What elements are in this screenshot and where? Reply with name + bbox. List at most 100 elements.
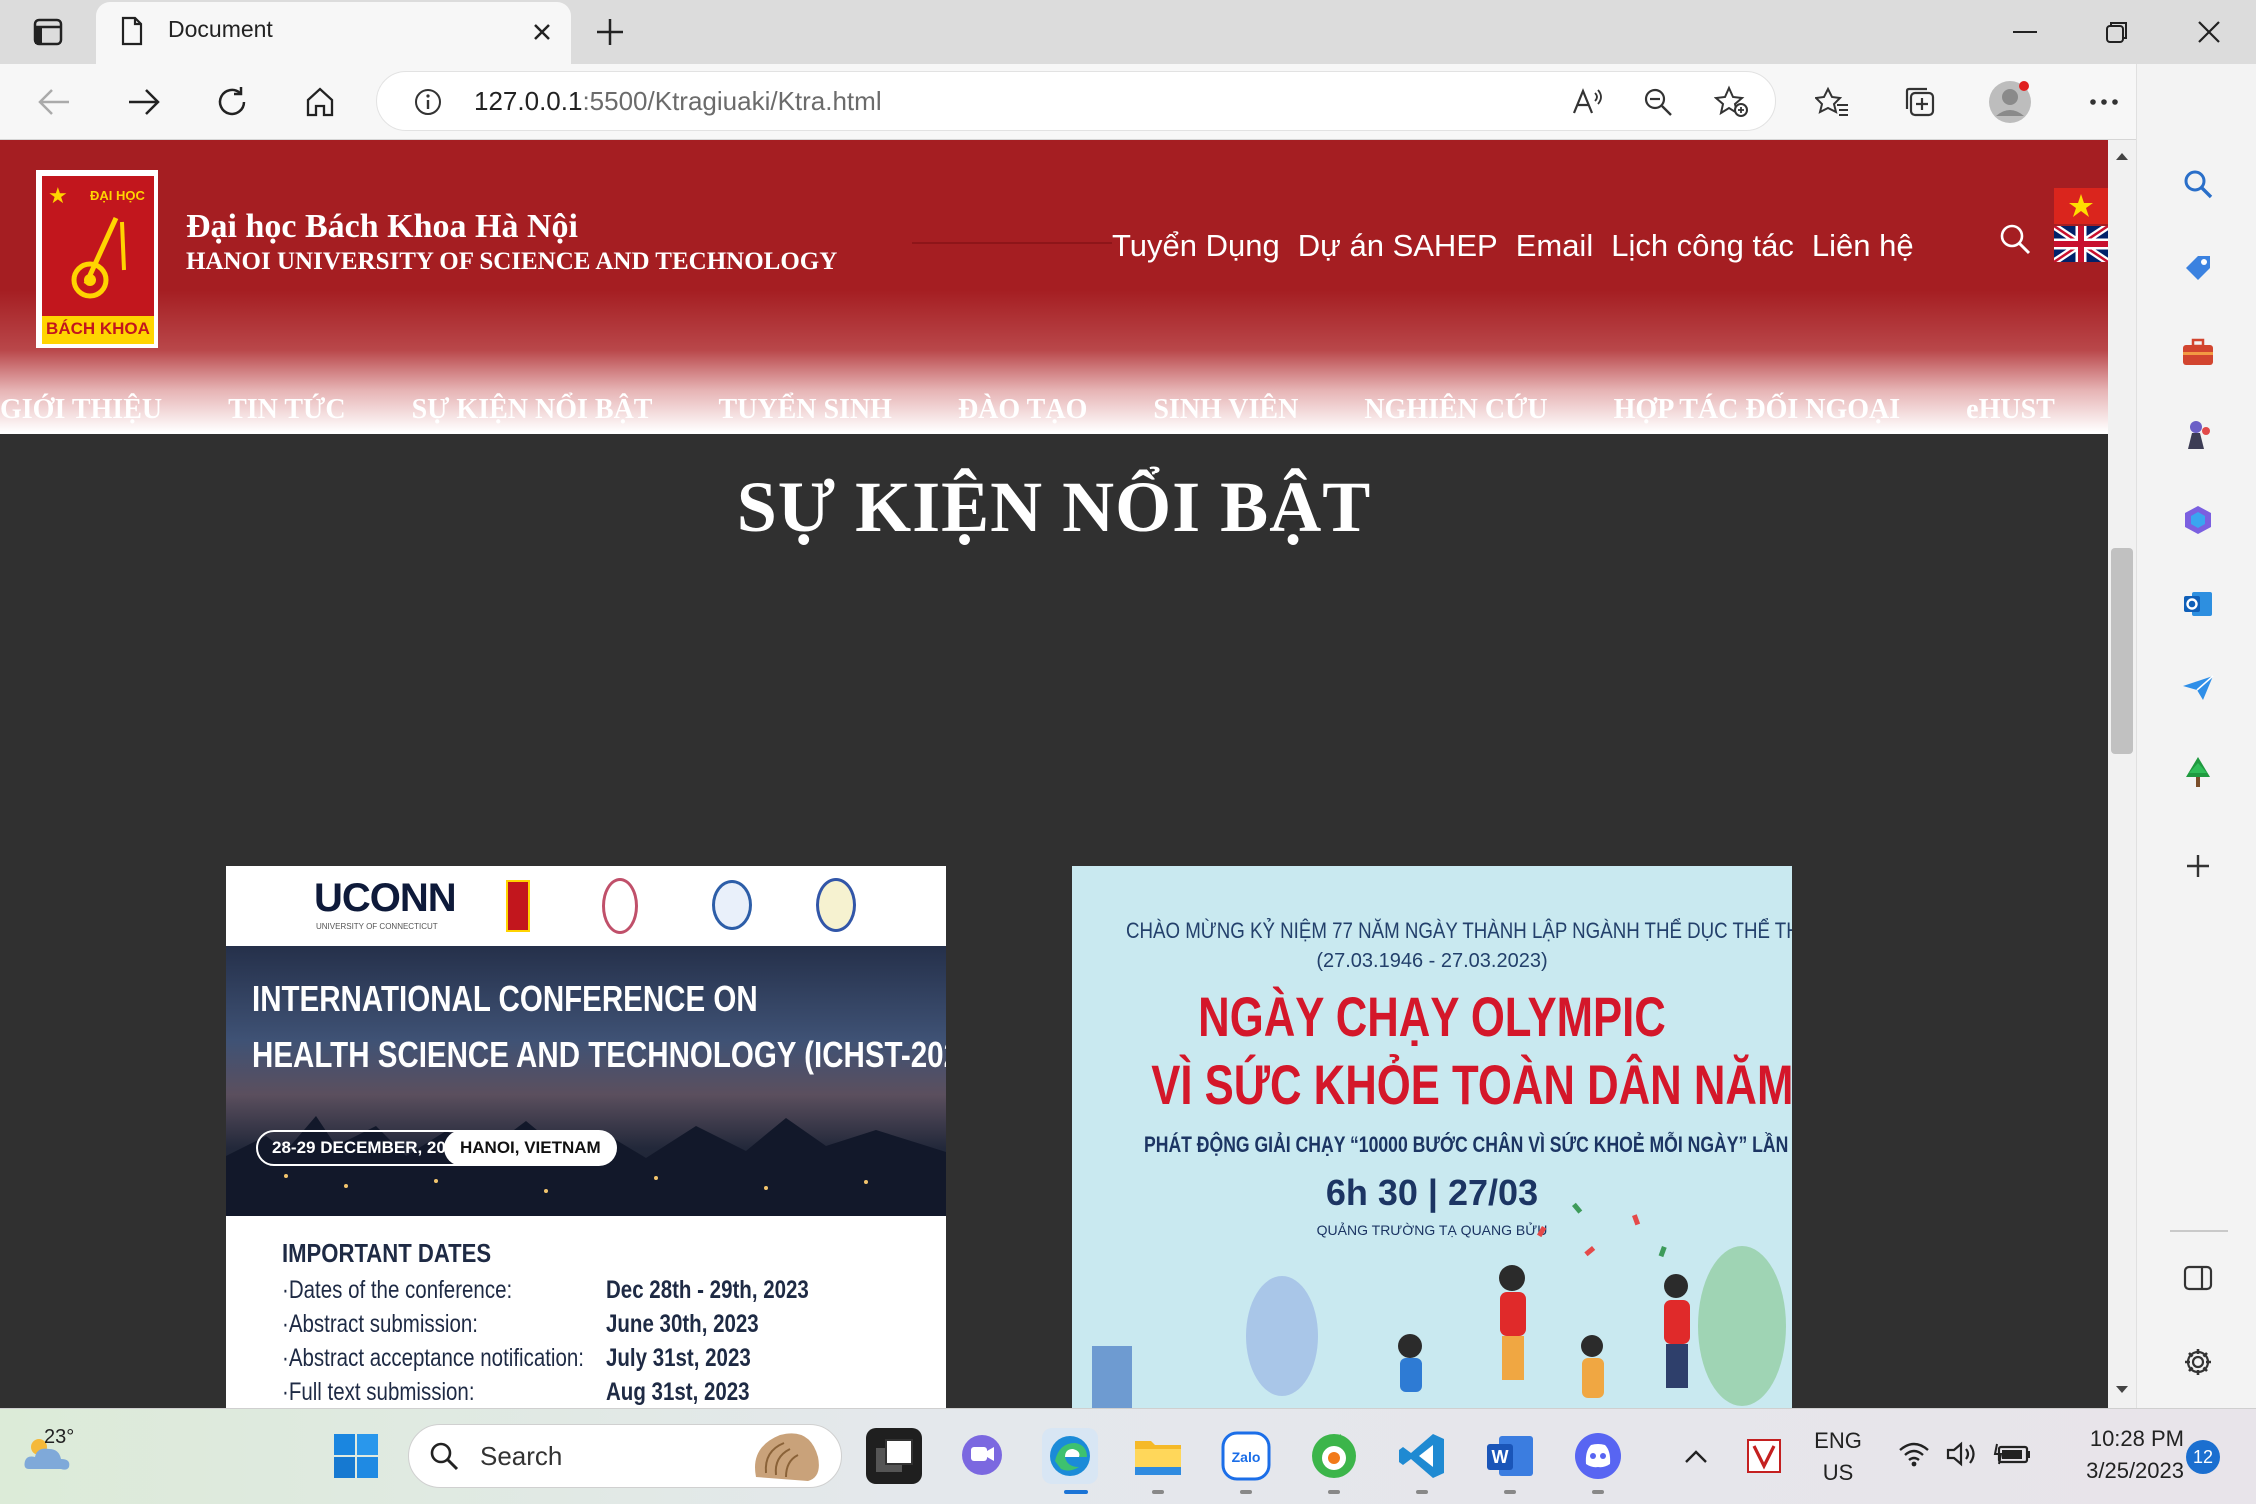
top-links: Tuyển Dụng Dự án SAHEP Email Lịch công t…: [1112, 228, 1914, 264]
nav-dao-tao[interactable]: ĐÀO TẠO: [958, 394, 1087, 426]
forward-icon[interactable]: [122, 80, 166, 124]
zalo-icon[interactable]: Zalo: [1218, 1428, 1274, 1484]
word-icon[interactable]: W: [1482, 1428, 1538, 1484]
english-flag-icon[interactable]: [2054, 226, 2108, 262]
logo-text-top: ĐẠI HỌC: [90, 188, 145, 203]
partner-logo-1: [602, 878, 638, 934]
vietkey-tray-icon[interactable]: [1744, 1436, 1784, 1476]
collections-icon[interactable]: [1898, 82, 1942, 122]
teams-chat-icon[interactable]: [954, 1428, 1010, 1484]
explorer-indicator: [1152, 1490, 1164, 1494]
date-row-label: ·Full text submission:: [282, 1378, 475, 1406]
more-options-icon[interactable]: [2082, 82, 2126, 122]
svg-text:W: W: [1492, 1447, 1509, 1467]
sidebar-add-icon[interactable]: [2176, 846, 2220, 886]
clock-time[interactable]: 10:28 PM: [2048, 1426, 2184, 1452]
sidebar-settings-icon[interactable]: [2176, 1342, 2220, 1382]
refresh-icon[interactable]: [210, 80, 254, 124]
close-tab-icon[interactable]: [524, 14, 560, 50]
battery-icon[interactable]: [1992, 1436, 2032, 1472]
date-row-label: ·Dates of the conference:: [282, 1276, 513, 1304]
word-indicator: [1504, 1490, 1516, 1494]
add-favorite-icon[interactable]: [1710, 82, 1754, 122]
page-viewport: ★ ĐẠI HỌC BÁCH KHOA Đại học Bách Khoa Hà…: [0, 140, 2108, 1408]
nav-sinh-vien[interactable]: SINH VIÊN: [1153, 394, 1298, 426]
scroll-up-icon[interactable]: [2112, 146, 2132, 166]
url-host: 127.0.0.1: [474, 86, 583, 116]
home-icon[interactable]: [298, 80, 342, 124]
language-bottom[interactable]: US: [1814, 1460, 1862, 1486]
nav-tin-tuc[interactable]: TIN TỨC: [228, 394, 345, 426]
sidebar-tree-icon[interactable]: [2176, 752, 2220, 792]
header-divider: [912, 242, 1112, 244]
zoom-out-icon[interactable]: [1638, 84, 1678, 120]
show-hidden-icons[interactable]: [1680, 1440, 1712, 1472]
url-path: :5500/Ktragiuaki/Ktra.html: [582, 86, 882, 116]
partner-logo-2: [712, 880, 752, 930]
date-row-value: Aug 31st, 2023: [606, 1378, 750, 1406]
vietnamese-flag-icon[interactable]: [2054, 188, 2108, 224]
restore-icon[interactable]: [2092, 12, 2142, 52]
olympic-title-line1: NGÀY CHẠY OLYMPIC: [1198, 985, 1666, 1048]
clock-date[interactable]: 3/25/2023: [2048, 1458, 2184, 1484]
tab-actions-icon[interactable]: [28, 14, 68, 50]
nav-ehust[interactable]: eHUST: [1966, 394, 2055, 426]
volume-icon[interactable]: [1944, 1436, 1980, 1472]
date-row-value: July 31st, 2023: [606, 1344, 751, 1372]
edge-taskbar-icon[interactable]: [1042, 1428, 1098, 1484]
new-tab-icon[interactable]: [590, 12, 630, 52]
compass-icon: [64, 214, 134, 311]
logo-text-bottom: BÁCH KHOA: [46, 319, 150, 338]
sidebar-toggle-icon[interactable]: [2176, 1258, 2220, 1298]
vscode-icon[interactable]: [1394, 1428, 1450, 1484]
wifi-icon[interactable]: [1896, 1436, 1932, 1472]
read-aloud-icon[interactable]: [1568, 84, 1608, 120]
uconn-logo: UCONN: [314, 876, 457, 920]
search-highlight-shell-icon: [746, 1426, 826, 1486]
coccoc-icon[interactable]: [1306, 1428, 1362, 1484]
nav-nghien-cuu[interactable]: NGHIÊN CỨU: [1364, 394, 1547, 426]
close-window-icon[interactable]: [2184, 12, 2234, 52]
page-icon: [116, 14, 148, 48]
site-search-icon[interactable]: [1998, 222, 2038, 262]
nav-hop-tac[interactable]: HỢP TÁC ĐỐI NGOẠI: [1614, 394, 1901, 426]
scroll-down-icon[interactable]: [2112, 1380, 2132, 1400]
nav-su-kien[interactable]: SỰ KIỆN NỔI BẬT: [412, 394, 653, 426]
discord-icon[interactable]: [1570, 1428, 1626, 1484]
link-sahep[interactable]: Dự án SAHEP: [1298, 228, 1498, 264]
sidebar-tools-icon[interactable]: [2176, 332, 2220, 372]
event-card-olympic-run[interactable]: CHÀO MỪNG KỶ NIỆM 77 NĂM NGÀY THÀNH LẬP …: [1072, 866, 1792, 1408]
language-top[interactable]: ENG: [1814, 1428, 1862, 1454]
favorites-icon[interactable]: [1810, 82, 1854, 122]
nav-tuyen-sinh[interactable]: TUYỂN SINH: [718, 394, 891, 426]
page-scrollbar[interactable]: [2108, 140, 2136, 1408]
task-view-icon[interactable]: [866, 1428, 922, 1484]
scrollbar-thumb[interactable]: [2111, 548, 2133, 754]
partner-logo-3: [816, 878, 856, 932]
sidebar-games-icon[interactable]: [2176, 416, 2220, 456]
site-header: [0, 140, 2108, 434]
link-tuyen-dung[interactable]: Tuyển Dụng: [1112, 228, 1280, 264]
nav-gioi-thieu[interactable]: GIỚI THIỆU: [0, 394, 162, 426]
conference-title-line2: HEALTH SCIENCE AND TECHNOLOGY (ICHST-202…: [252, 1034, 946, 1075]
university-logo[interactable]: ★ ĐẠI HỌC BÁCH KHOA: [36, 170, 158, 348]
profile-avatar[interactable]: [1986, 78, 2034, 126]
url-text[interactable]: 127.0.0.1:5500/Ktragiuaki/Ktra.html: [474, 86, 882, 117]
site-info-icon[interactable]: [410, 84, 446, 120]
back-icon[interactable]: [32, 80, 76, 124]
sidebar-send-icon[interactable]: [2176, 668, 2220, 708]
link-email[interactable]: Email: [1516, 228, 1594, 264]
hust-mini-logo: [506, 880, 530, 932]
taskbar-search-label: Search: [480, 1441, 563, 1471]
minimize-icon[interactable]: [2000, 12, 2050, 52]
event-card-ichst[interactable]: UCONN UNIVERSITY OF CONNECTICUT INTERNAT…: [226, 866, 946, 1408]
sidebar-search-icon[interactable]: [2176, 164, 2220, 204]
sidebar-outlook-icon[interactable]: [2176, 584, 2220, 624]
sidebar-microsoft365-icon[interactable]: [2176, 500, 2220, 540]
notification-badge[interactable]: 12: [2186, 1440, 2220, 1474]
sidebar-shopping-icon[interactable]: [2176, 248, 2220, 288]
link-lien-he[interactable]: Liên hệ: [1812, 228, 1914, 264]
file-explorer-icon[interactable]: [1130, 1428, 1186, 1484]
link-lich-cong-tac[interactable]: Lịch công tác: [1611, 228, 1794, 264]
windows-start-icon[interactable]: [328, 1428, 384, 1484]
